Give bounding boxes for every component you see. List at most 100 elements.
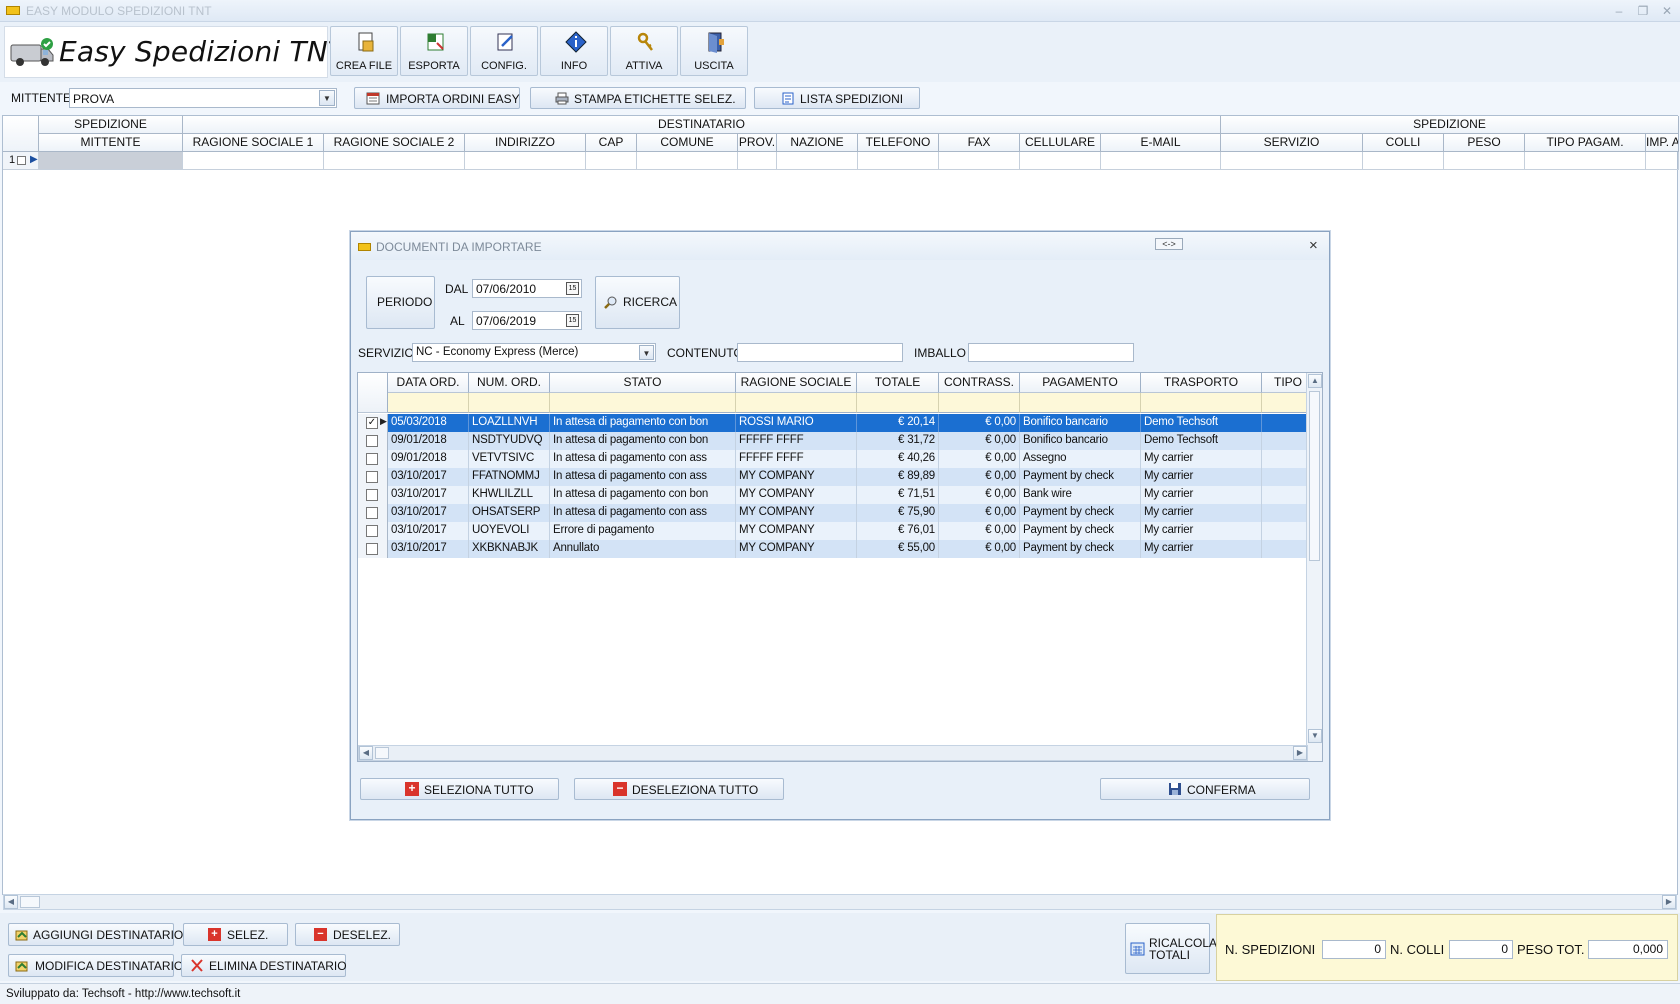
row-selector[interactable] [358,486,388,504]
row-checkbox[interactable] [366,453,378,465]
table-row[interactable]: 03/10/2017 XKBKNABJK Annullato MY COMPANY € … [358,540,1308,558]
grid-cell[interactable] [183,152,324,170]
dialog-resize-button[interactable]: <-> [1155,238,1183,250]
col-colli[interactable]: COLLI [1363,134,1444,152]
ricerca-button[interactable]: RICERCA [595,276,680,329]
attiva-button[interactable]: ATTIVA [610,26,678,76]
grid-cell[interactable] [777,152,858,170]
row-checkbox[interactable] [366,471,378,483]
col-mittente[interactable]: MITTENTE [39,134,183,152]
col-contrass[interactable]: CONTRASS. [939,373,1020,393]
deseleziona-tutto-button[interactable]: − DESELEZIONA TUTTO [574,778,784,800]
elimina-destinatario-button[interactable]: ELIMINA DESTINATARIO [181,954,347,977]
col-num-ord[interactable]: NUM. ORD. [469,373,550,393]
grid-cell[interactable] [1646,152,1679,170]
scroll-left-icon[interactable]: ◀ [359,746,373,760]
table-row[interactable]: 03/10/2017 FFATNOMMJ In attesa di pagament… [358,468,1308,486]
config-button[interactable]: CONFIG. [470,26,538,76]
grid-cell[interactable] [1444,152,1525,170]
col-stato[interactable]: STATO [550,373,736,393]
row-checkbox[interactable] [366,543,378,555]
filter-cell[interactable] [939,393,1020,413]
col-totale[interactable]: TOTALE [857,373,939,393]
grid-cell[interactable] [465,152,586,170]
importa-ordini-button[interactable]: IMPORTA ORDINI EASY [354,87,520,109]
col-pagamento[interactable]: PAGAMENTO [1020,373,1141,393]
filter-cell[interactable] [550,393,736,413]
scroll-right-icon[interactable]: ▶ [1662,895,1676,909]
filter-cell[interactable] [857,393,939,413]
scroll-thumb[interactable] [375,747,389,759]
col-comune[interactable]: COMUNE [637,134,738,152]
servizio-select[interactable]: NC - Economy Express (Merce) ▼ [412,343,656,362]
documenti-horizontal-scrollbar[interactable]: ◀ ▶ [358,745,1308,761]
conferma-button[interactable]: CONFERMA [1100,778,1310,800]
scroll-left-icon[interactable]: ◀ [4,895,18,909]
scroll-down-icon[interactable]: ▼ [1308,729,1322,743]
col-servizio[interactable]: SERVIZIO [1221,134,1363,152]
row-checkbox[interactable] [366,435,378,447]
al-date-input[interactable]: 07/06/2019 15 [472,311,582,330]
table-row[interactable]: 03/10/2017 UOYEVOLI Errore di pagamento MY … [358,522,1308,540]
ricalcola-totali-button[interactable]: RICALCOLA TOTALI [1125,923,1217,974]
col-ragione-sociale-2[interactable]: RAGIONE SOCIALE 2 [324,134,465,152]
minimize-icon[interactable]: – [1610,3,1628,19]
col-nazione[interactable]: NAZIONE [777,134,858,152]
col-data-ord[interactable]: DATA ORD. [388,373,469,393]
row-selector[interactable] [358,450,388,468]
chevron-down-icon[interactable]: ▼ [319,90,335,106]
filter-cell[interactable] [388,393,469,413]
table-row[interactable]: 03/10/2017 OHSATSERP In attesa di pagament… [358,504,1308,522]
col-tipo-pagam[interactable]: TIPO PAGAM. [1525,134,1646,152]
col-telefono[interactable]: TELEFONO [858,134,939,152]
seleziona-tutto-button[interactable]: + SELEZIONA TUTTO [360,778,559,800]
stampa-etichette-button[interactable]: STAMPA ETICHETTE SELEZ. [530,87,746,109]
mittente-select[interactable]: PROVA ▼ [69,88,337,108]
col-indirizzo[interactable]: INDIRIZZO [465,134,586,152]
contenuto-input[interactable] [737,343,903,362]
scroll-thumb[interactable] [1309,391,1320,561]
table-row[interactable]: 03/10/2017 KHWLILZLL In attesa di pagament… [358,486,1308,504]
scroll-right-icon[interactable]: ▶ [1293,746,1307,760]
grid-cell[interactable] [738,152,777,170]
grid-cell[interactable] [637,152,738,170]
grid-cell[interactable] [858,152,939,170]
filter-cell[interactable] [469,393,550,413]
col-fax[interactable]: FAX [939,134,1020,152]
col-email[interactable]: E-MAIL [1101,134,1221,152]
col-cellulare[interactable]: CELLULARE [1020,134,1101,152]
dialog-close-icon[interactable]: × [1309,237,1318,254]
col-ragione-sociale[interactable]: RAGIONE SOCIALE [736,373,857,393]
filter-cell[interactable] [1141,393,1262,413]
table-row[interactable]: 09/01/2018 VETVTSIVC In attesa di pagament… [358,450,1308,468]
chevron-down-icon[interactable]: ▼ [639,345,654,360]
row-checkbox[interactable] [17,156,26,165]
imballo-input[interactable] [968,343,1134,362]
selez-button[interactable]: + SELEZ. [183,923,288,946]
row-checkbox[interactable] [366,525,378,537]
row-selector[interactable] [358,432,388,450]
modifica-destinatario-button[interactable]: MODIFICA DESTINATARIO [8,954,183,977]
esporta-button[interactable]: ESPORTA [400,26,468,76]
col-prov[interactable]: PROV. [738,134,777,152]
col-trasporto[interactable]: TRASPORTO [1141,373,1262,393]
col-imp-a[interactable]: IMP. A [1646,134,1679,152]
scroll-thumb[interactable] [20,896,40,908]
restore-icon[interactable]: ❐ [1634,3,1652,19]
crea-file-button[interactable]: CREA FILE [330,26,398,76]
grid-cell[interactable] [586,152,637,170]
grid-cell[interactable] [1525,152,1646,170]
calendar-icon[interactable]: 15 [566,282,579,295]
filter-cell[interactable] [1262,393,1308,413]
grid-row-header[interactable]: 1 ▶ [3,152,39,170]
deselez-button[interactable]: − DESELEZ. [295,923,400,946]
col-tipo-c[interactable]: TIPO C [1262,373,1308,393]
main-horizontal-scrollbar[interactable]: ◀ ▶ [3,894,1677,910]
uscita-button[interactable]: USCITA [680,26,748,76]
documenti-vertical-scrollbar[interactable]: ▲ ▼ [1306,373,1322,761]
grid-cell[interactable] [939,152,1020,170]
scroll-up-icon[interactable]: ▲ [1308,374,1322,388]
col-peso[interactable]: PESO [1444,134,1525,152]
grid-cell-mittente[interactable] [39,152,183,170]
col-cap[interactable]: CAP [586,134,637,152]
